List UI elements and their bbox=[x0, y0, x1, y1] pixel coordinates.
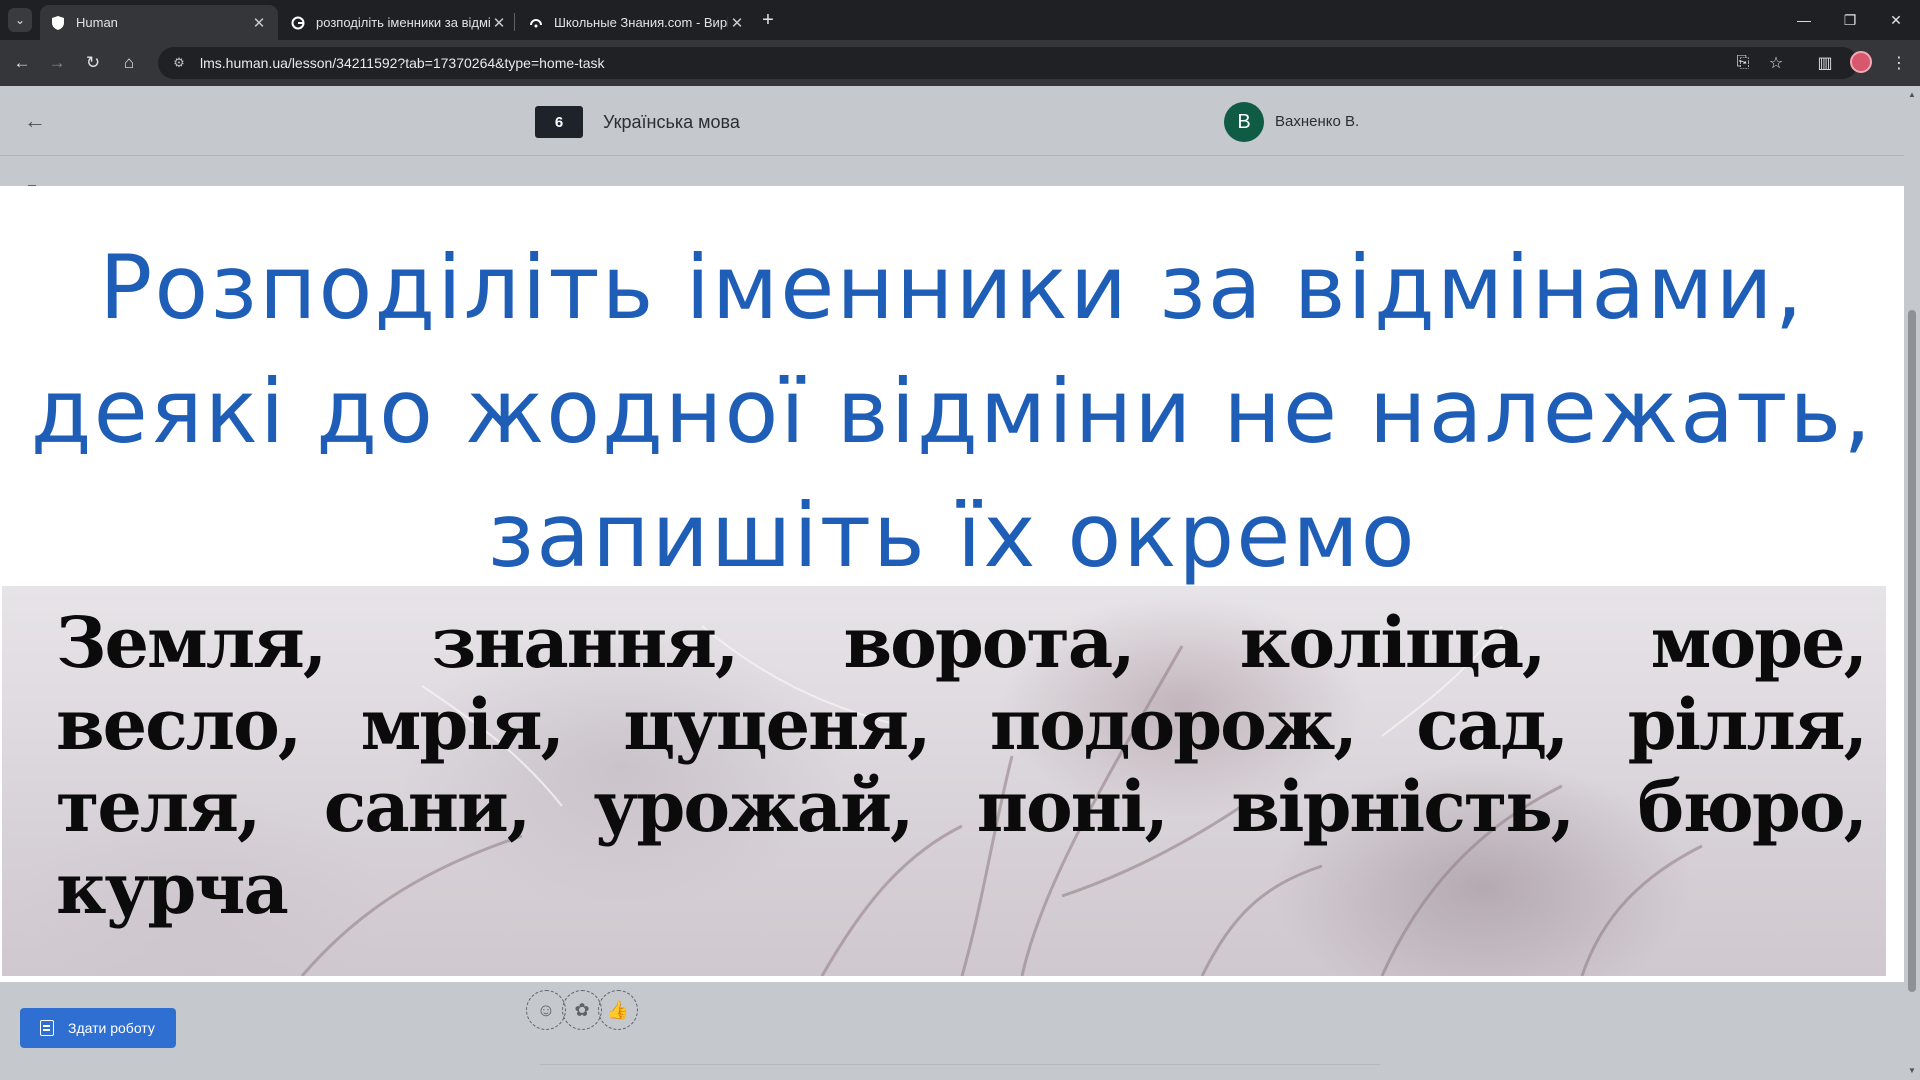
word: поні, bbox=[976, 765, 1169, 848]
reaction-bar: ☺ ✿ 👍 bbox=[526, 990, 638, 1034]
document-icon bbox=[40, 1020, 54, 1036]
word-line: теля, сани, урожай, поні, вірність, бюро… bbox=[56, 765, 1868, 848]
word: рілля, bbox=[1627, 683, 1868, 766]
tab-title: розподіліть іменники за відмі bbox=[316, 15, 490, 30]
word: сад, bbox=[1416, 683, 1569, 766]
bookmark-star-icon[interactable]: ☆ bbox=[1763, 50, 1789, 76]
page-scrollbar[interactable]: ▲ ▼ bbox=[1904, 86, 1920, 1080]
word-line: Земля, знання, ворота, коліща, море, bbox=[56, 601, 1868, 684]
menu-kebab-icon[interactable]: ⋮ bbox=[1886, 50, 1912, 76]
word-line: курча bbox=[56, 848, 1866, 930]
scroll-thumb[interactable] bbox=[1908, 310, 1916, 992]
back-arrow-icon[interactable]: ← bbox=[22, 108, 48, 134]
back-icon[interactable]: ← bbox=[9, 50, 35, 76]
word: цуценя, bbox=[623, 683, 931, 766]
close-tab-icon[interactable]: ✕ bbox=[490, 14, 508, 32]
znanija-icon bbox=[528, 15, 544, 31]
submit-work-label: Здати роботу bbox=[68, 1020, 155, 1036]
word: бюро, bbox=[1637, 765, 1867, 848]
shield-icon bbox=[50, 15, 66, 31]
task-heading-line: Розподіліть іменники за відмінами, bbox=[99, 236, 1805, 339]
page-content: ← 6 Українська мова В Вахненко В. Розпод… bbox=[0, 86, 1904, 1080]
word: курча bbox=[56, 847, 289, 930]
browser-tab-google[interactable]: розподіліть іменники за відмі ✕ bbox=[280, 5, 518, 40]
tab-search-chevron-icon[interactable]: ⌄ bbox=[8, 8, 32, 32]
word-line: весло, мрія, цуценя, подорож, сад, рілля… bbox=[56, 683, 1868, 766]
task-heading-line: деякі до жодної відміни не належать, bbox=[30, 360, 1874, 463]
tab-separator bbox=[514, 13, 515, 31]
home-icon[interactable]: ⌂ bbox=[116, 50, 142, 76]
task-heading-line: запишіть їх окремо bbox=[487, 484, 1417, 587]
teacher-name: Вахненко В. bbox=[1275, 113, 1360, 130]
site-info-icon[interactable]: ⚙ bbox=[170, 54, 188, 72]
scroll-down-icon[interactable]: ▼ bbox=[1908, 1066, 1916, 1075]
minimize-icon[interactable]: — bbox=[1782, 6, 1826, 34]
word: весло, bbox=[56, 683, 302, 766]
google-icon bbox=[290, 15, 306, 31]
word: знання, bbox=[431, 601, 739, 684]
lesson-header: ← 6 Українська мова В Вахненко В. bbox=[0, 86, 1904, 156]
profile-avatar[interactable] bbox=[1850, 51, 1872, 73]
word: ворота, bbox=[843, 601, 1136, 684]
subject-title: Українська мова bbox=[603, 112, 740, 132]
restore-icon[interactable]: ❐ bbox=[1828, 6, 1872, 34]
reload-icon[interactable]: ↻ bbox=[80, 50, 106, 76]
submit-work-button[interactable]: Здати роботу bbox=[20, 1008, 176, 1048]
task-card: Розподіліть іменники за відмінами, деякі… bbox=[0, 186, 1904, 982]
close-window-icon[interactable]: ✕ bbox=[1874, 6, 1918, 34]
browser-tab-human[interactable]: Human ✕ bbox=[40, 5, 278, 40]
task-heading: Розподіліть іменники за відмінами, деякі… bbox=[0, 226, 1904, 598]
address-bar[interactable]: ⚙ lms.human.ua/lesson/34211592?tab=17370… bbox=[158, 47, 1858, 79]
word: урожай, bbox=[593, 765, 915, 848]
browser-tabstrip: ⌄ Human ✕ розподіліть іменники за відмі … bbox=[0, 0, 1920, 40]
emoji-smile-icon[interactable]: ☺ bbox=[526, 990, 566, 1030]
word: вірність, bbox=[1231, 765, 1575, 848]
close-tab-icon[interactable]: ✕ bbox=[250, 14, 268, 32]
scroll-up-icon[interactable]: ▲ bbox=[1908, 90, 1916, 99]
word: море, bbox=[1650, 601, 1868, 684]
task-word-list: Земля, знання, ворота, коліща, море, вес… bbox=[56, 601, 1868, 930]
forward-icon[interactable]: → bbox=[44, 50, 70, 76]
task-image: Земля, знання, ворота, коліща, море, вес… bbox=[2, 586, 1886, 976]
browser-toolbar: ← → ↻ ⌂ ⚙ lms.human.ua/lesson/34211592?t… bbox=[0, 40, 1920, 86]
thumbs-up-icon[interactable]: 👍 bbox=[598, 990, 638, 1030]
tab-title: Школьные Знания.com - Вирі bbox=[554, 15, 728, 30]
grade-badge: 6 bbox=[535, 106, 583, 138]
bottom-divider bbox=[540, 1064, 1380, 1065]
word: мрія, bbox=[360, 683, 565, 766]
close-tab-icon[interactable]: ✕ bbox=[728, 14, 746, 32]
install-app-icon[interactable]: ⎘ bbox=[1730, 50, 1756, 76]
word: Земля, bbox=[56, 601, 327, 684]
word: коліща, bbox=[1239, 601, 1547, 684]
side-panel-icon[interactable]: ▥ bbox=[1812, 50, 1838, 76]
teacher-avatar: В bbox=[1224, 102, 1264, 142]
brain-icon[interactable]: ✿ bbox=[562, 990, 602, 1030]
word: подорож, bbox=[989, 683, 1358, 766]
address-url: lms.human.ua/lesson/34211592?tab=1737026… bbox=[200, 55, 605, 71]
new-tab-plus-icon[interactable]: + bbox=[756, 8, 780, 32]
tab-title: Human bbox=[76, 15, 118, 30]
browser-tab-znanija[interactable]: Школьные Знания.com - Вирі ✕ bbox=[518, 5, 756, 40]
word: теля, bbox=[56, 765, 261, 848]
word: сани, bbox=[323, 765, 532, 848]
